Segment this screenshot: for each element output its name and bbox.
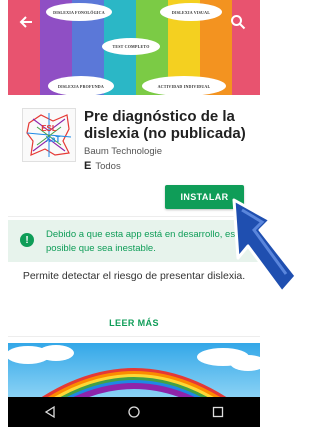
phone-screen: DISLEXIA FONOLÓGICA DISLEXIA VISUAL TEST… xyxy=(8,0,260,427)
app-icon: ESL XaT xyxy=(22,108,76,162)
cloud-label: TEST COMPLETO xyxy=(102,38,160,55)
content-rating-label: Todos xyxy=(95,160,121,172)
cloud-label: DISLEXIA VISUAL xyxy=(160,3,222,21)
eslixate-logo-icon: ESL XaT xyxy=(23,109,75,161)
divider xyxy=(8,336,260,337)
rainbow-illustration-icon xyxy=(8,345,260,397)
beta-warning-banner: ! Debido a que esta app está en desarrol… xyxy=(8,220,260,262)
pointer-arrow-icon xyxy=(232,198,298,294)
back-triangle-icon xyxy=(44,405,55,419)
nav-recents-button[interactable] xyxy=(206,400,230,424)
svg-text:ESL: ESL xyxy=(41,124,57,133)
content-rating: E Todos xyxy=(84,160,121,172)
svg-text:XaT: XaT xyxy=(46,135,61,144)
cloud-label: DISLEXIA PROFUNDA xyxy=(48,76,114,95)
cloud-label: DISLEXIA FONOLÓGICA xyxy=(46,3,112,21)
arrow-back-icon xyxy=(19,16,32,28)
back-button[interactable] xyxy=(14,10,38,34)
hero-banner: DISLEXIA FONOLÓGICA DISLEXIA VISUAL TEST… xyxy=(8,0,260,95)
nav-home-button[interactable] xyxy=(122,400,146,424)
nav-back-button[interactable] xyxy=(38,400,62,424)
recents-square-icon xyxy=(212,406,224,418)
alert-icon: ! xyxy=(20,233,34,247)
app-screenshot-preview[interactable] xyxy=(8,343,260,397)
read-more-link[interactable]: LEER MÁS xyxy=(8,318,260,328)
home-circle-icon xyxy=(128,406,140,418)
app-description: Permite detectar el riesgo de presentar … xyxy=(22,270,246,282)
search-icon xyxy=(231,15,246,30)
rating-e-icon: E xyxy=(84,160,92,172)
cloud-label: ACTIVIDAD INDIVIDUAL xyxy=(142,76,226,95)
divider xyxy=(8,216,260,217)
search-button[interactable] xyxy=(226,10,250,34)
app-title: Pre diagnóstico de la dislexia (no publi… xyxy=(84,108,246,142)
developer-link[interactable]: Baum Technologie xyxy=(84,146,162,157)
warning-text: Debido a que esta app está en desarrollo… xyxy=(46,229,236,254)
system-navigation-bar xyxy=(8,397,260,427)
